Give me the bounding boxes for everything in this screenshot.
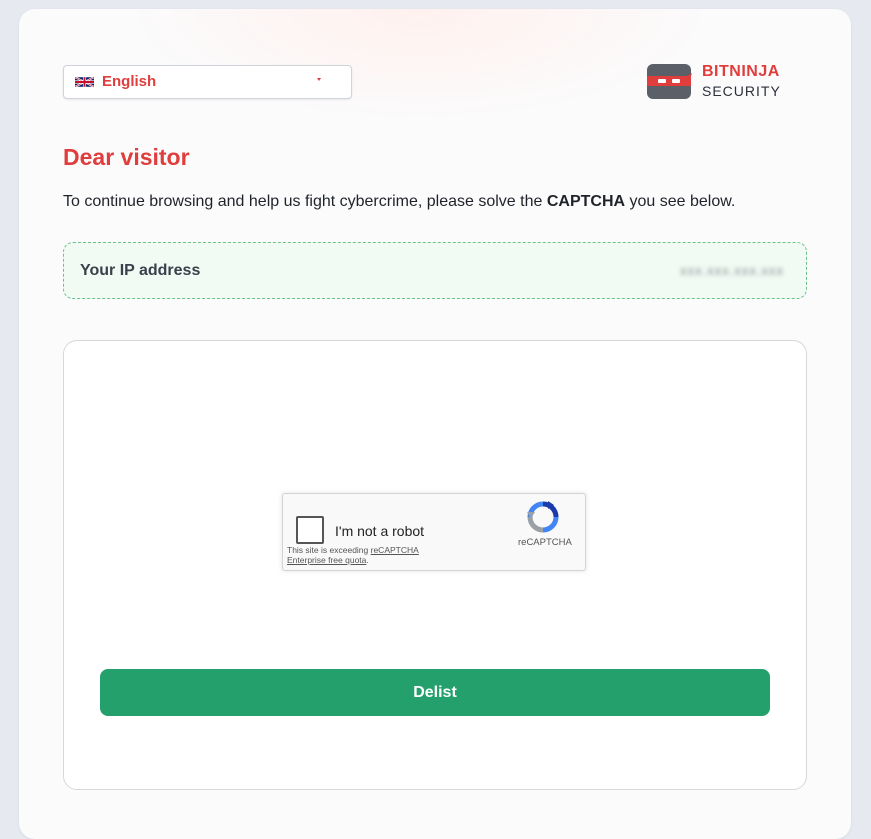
- captcha-panel: I'm not a robot This site is exceeding r…: [63, 340, 807, 790]
- ip-address-box: Your IP address xxx.xxx.xxx.xxx: [63, 242, 807, 299]
- intro-text-after: you see below.: [625, 193, 736, 210]
- bitninja-logo: BITNINJA SECURITY: [646, 61, 786, 101]
- intro-text-before: To continue browsing and help us fight c…: [63, 193, 547, 210]
- delist-button[interactable]: Delist: [100, 669, 770, 716]
- page-title: Dear visitor: [63, 144, 190, 170]
- captcha-card: English BITNINJA SECURITY Dear visitor T…: [19, 9, 851, 839]
- chevron-down-icon: [317, 78, 321, 81]
- recaptcha-note-after: .: [366, 555, 369, 565]
- language-label: English: [102, 73, 157, 90]
- recaptcha-logo-icon: [527, 501, 559, 533]
- language-select[interactable]: English: [63, 65, 352, 99]
- recaptcha-note-before: This site is exceeding: [287, 545, 371, 555]
- intro-text-bold: CAPTCHA: [546, 193, 626, 210]
- recaptcha-label: I'm not a robot: [335, 523, 425, 539]
- ninja-logo-icon: [647, 64, 692, 99]
- logo-text-bitninja: BITNINJA: [702, 63, 780, 80]
- uk-flag-icon: [75, 76, 94, 88]
- intro-text: To continue browsing and help us fight c…: [63, 193, 735, 211]
- recaptcha-quota-note: This site is exceeding reCAPTCHA Enterpr…: [287, 545, 437, 565]
- logo-text-security: SECURITY: [702, 83, 781, 99]
- recaptcha-widget: I'm not a robot This site is exceeding r…: [282, 493, 586, 571]
- recaptcha-checkbox[interactable]: [296, 516, 324, 544]
- recaptcha-brand: reCAPTCHA: [518, 537, 572, 548]
- ip-address-value: xxx.xxx.xxx.xxx: [680, 263, 784, 278]
- ip-address-label: Your IP address: [80, 262, 201, 279]
